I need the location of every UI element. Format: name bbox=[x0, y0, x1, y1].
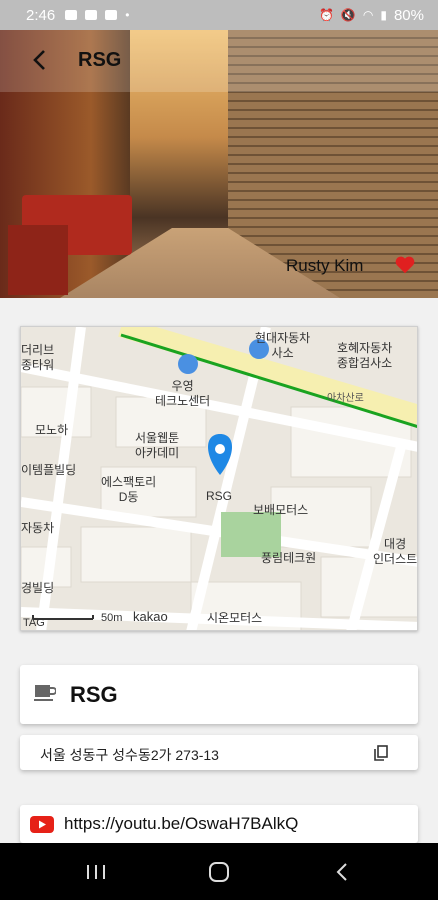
message-notification-icon bbox=[85, 10, 98, 20]
map-label: 이템플빌딩 bbox=[21, 463, 77, 477]
place-cover-photo: RSG Rusty Kim bbox=[0, 30, 438, 298]
mute-icon: 🔇 bbox=[340, 8, 356, 22]
map-label: 경빌딩 bbox=[21, 581, 55, 595]
battery-level: 80% bbox=[393, 6, 424, 24]
map-label: 에스팩토리 D동 bbox=[101, 475, 157, 504]
signal-icon: ▮ bbox=[380, 8, 387, 22]
recent-apps-icon bbox=[87, 865, 105, 879]
alarm-icon: ⏰ bbox=[318, 8, 334, 22]
coffee-cup-icon bbox=[34, 685, 56, 701]
copy-icon[interactable] bbox=[374, 745, 388, 761]
youtube-url[interactable]: https://youtu.be/OswaH7BAlkQ bbox=[64, 814, 298, 834]
location-map[interactable]: 더리브 종타워 현대자동차 사소 호혜자동차 종합검사소 우영 테크노센터 아차… bbox=[20, 326, 418, 631]
map-label: 대경 인더스트 bbox=[373, 537, 418, 566]
map-provider-logo: kakao bbox=[133, 609, 168, 624]
youtube-link-card[interactable]: https://youtu.be/OswaH7BAlkQ bbox=[20, 805, 418, 843]
back-button[interactable] bbox=[30, 47, 66, 77]
status-time: 2:46 bbox=[26, 6, 56, 24]
map-label: 호혜자동차 종합검사소 bbox=[337, 341, 393, 370]
map-label: 현대자동차 사소 bbox=[255, 331, 311, 360]
recent-apps-button[interactable] bbox=[76, 857, 116, 887]
map-scale-label: 50m bbox=[101, 612, 123, 624]
map-label: 더리브 종타워 bbox=[21, 343, 55, 372]
wifi-icon: ◠ bbox=[362, 8, 374, 22]
map-label: 우영 테크노센터 bbox=[155, 379, 211, 408]
map-label: 시온모터스 bbox=[207, 611, 263, 625]
home-button[interactable] bbox=[199, 857, 239, 887]
system-icons: ⏰ 🔇 ◠ ▮ 80% bbox=[319, 7, 424, 24]
owner-name[interactable]: Rusty Kim bbox=[286, 256, 363, 276]
arrow-back-icon bbox=[33, 50, 45, 70]
map-label: 모노하 bbox=[35, 423, 69, 437]
system-navigation-bar bbox=[0, 843, 438, 900]
place-name: RSG bbox=[70, 682, 118, 707]
status-bar: 2:46 • ⏰ 🔇 ◠ ▮ 80% bbox=[0, 0, 438, 30]
more-notifications-icon: • bbox=[125, 8, 130, 22]
place-name-card: RSG bbox=[20, 665, 418, 724]
chat-notification-icon bbox=[105, 10, 118, 20]
map-pin-label: RSG bbox=[206, 489, 233, 503]
page-title: RSG bbox=[78, 49, 122, 71]
address-card: 서울 성동구 성수동2가 273-13 bbox=[20, 735, 418, 770]
map-label: 보배모터스 bbox=[253, 503, 309, 517]
back-nav-icon bbox=[336, 863, 347, 881]
image-notification-icon bbox=[65, 10, 78, 20]
map-label: 풍림테크원 bbox=[261, 551, 317, 565]
road-label: 아차산로 bbox=[327, 393, 364, 404]
map-label: 서울웹툰 아카데미 bbox=[135, 431, 180, 460]
home-icon bbox=[209, 862, 229, 882]
favorite-button[interactable] bbox=[394, 254, 416, 276]
back-nav-button[interactable] bbox=[322, 857, 362, 887]
heart-icon bbox=[395, 256, 415, 274]
map-label: TAG bbox=[23, 617, 45, 629]
map-label: 자동차 bbox=[21, 521, 55, 535]
map-background bbox=[21, 327, 417, 630]
notification-icons: • bbox=[65, 8, 129, 22]
youtube-icon bbox=[30, 816, 54, 833]
place-address: 서울 성동구 성수동2가 273-13 bbox=[40, 747, 219, 763]
